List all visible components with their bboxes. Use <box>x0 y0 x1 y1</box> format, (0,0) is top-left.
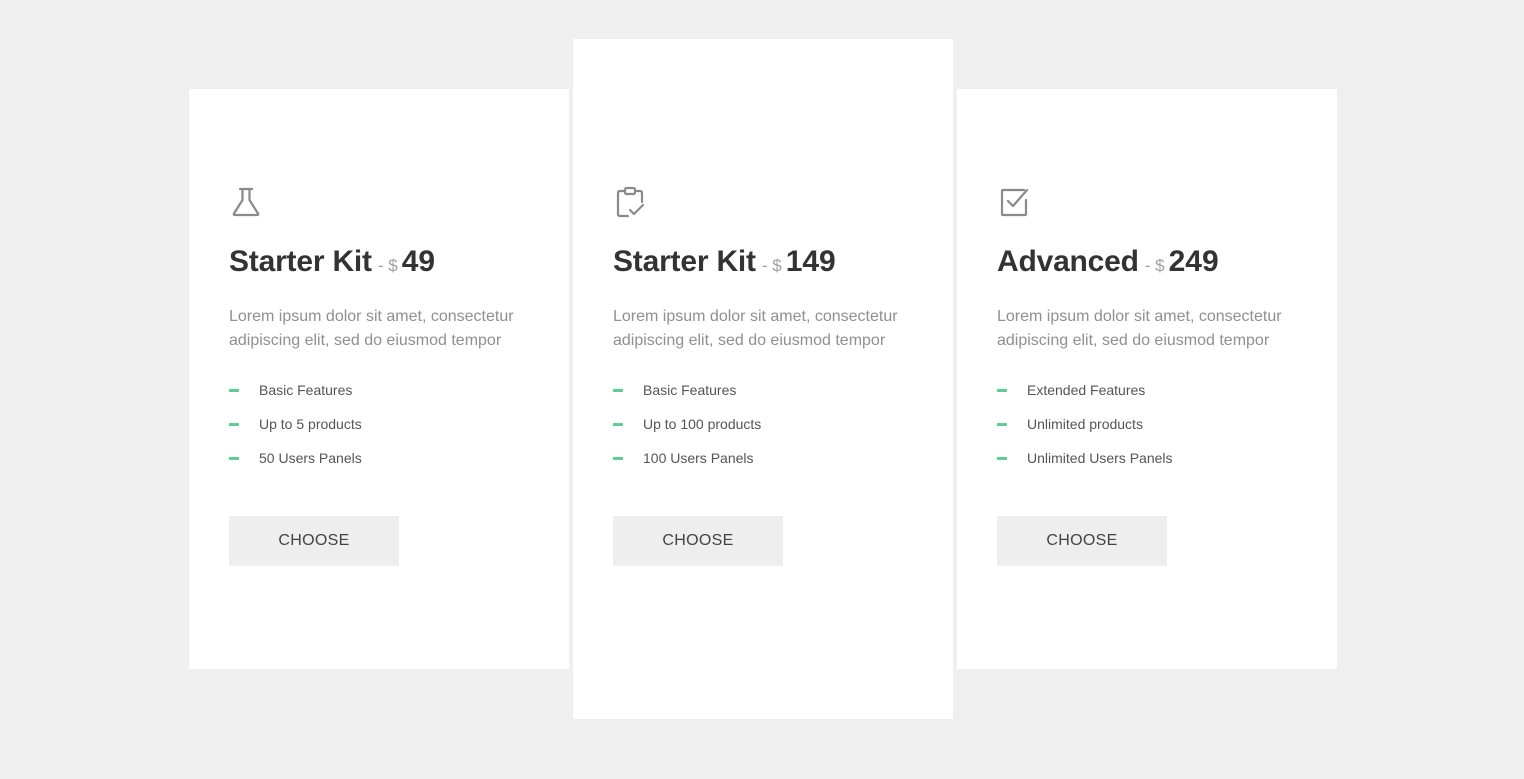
plan-description: Lorem ipsum dolor sit amet, consectetur … <box>613 308 898 349</box>
feature-item: Basic Features <box>229 380 529 414</box>
dash-icon <box>997 457 1007 460</box>
feature-label: Basic Features <box>259 382 353 398</box>
feature-label: Unlimited Users Panels <box>1027 450 1173 466</box>
dash-icon <box>997 389 1007 392</box>
feature-label: Up to 5 products <box>259 416 362 432</box>
dash-icon <box>613 423 623 426</box>
pricing-card-starter-49: Starter Kit - $49 Lorem ipsum dolor sit a… <box>189 89 569 669</box>
plan-price: 149 <box>785 245 836 278</box>
dash-icon <box>229 389 239 392</box>
feature-list: Basic Features Up to 5 products 50 Users… <box>229 380 529 482</box>
plan-price: 49 <box>401 245 436 278</box>
feature-item: Unlimited Users Panels <box>997 448 1297 482</box>
feature-label: Basic Features <box>643 382 737 398</box>
plan-title: Starter Kit - $49 <box>229 245 529 285</box>
feature-item: Extended Features <box>997 380 1297 414</box>
feature-list: Basic Features Up to 100 products 100 Us… <box>613 380 913 482</box>
price-separator: - $ <box>1144 256 1165 275</box>
pricing-card-advanced-249: Advanced - $249 Lorem ipsum dolor sit ame… <box>957 89 1337 669</box>
pricing-card-starter-149: Starter Kit - $149 Lorem ipsum dolor sit … <box>573 39 953 719</box>
flask-icon <box>232 187 260 217</box>
dash-icon <box>613 389 623 392</box>
feature-label: 100 Users Panels <box>643 450 754 466</box>
feature-item: 100 Users Panels <box>613 448 913 482</box>
dash-icon <box>229 423 239 426</box>
dash-icon <box>613 457 623 460</box>
clipboard-check-icon <box>616 186 645 218</box>
checkbox-checked-icon <box>1000 188 1029 217</box>
card-content: Starter Kit - $149 Lorem ipsum dolor sit … <box>613 185 913 566</box>
plan-title: Advanced - $249 <box>997 245 1297 285</box>
plan-title: Starter Kit - $149 <box>613 245 913 285</box>
feature-item: Up to 5 products <box>229 414 529 448</box>
feature-label: 50 Users Panels <box>259 450 362 466</box>
plan-name: Starter Kit <box>229 245 372 278</box>
choose-button[interactable]: CHOOSE <box>997 516 1167 566</box>
dash-icon <box>997 423 1007 426</box>
plan-description: Lorem ipsum dolor sit amet, consectetur … <box>997 308 1282 349</box>
plan-name: Starter Kit <box>613 245 756 278</box>
choose-button[interactable]: CHOOSE <box>613 516 783 566</box>
card-content: Advanced - $249 Lorem ipsum dolor sit ame… <box>997 185 1297 566</box>
plan-description: Lorem ipsum dolor sit amet, consectetur … <box>229 308 514 349</box>
feature-label: Unlimited products <box>1027 416 1143 432</box>
plan-name: Advanced <box>997 245 1139 278</box>
pricing-section: Starter Kit - $49 Lorem ipsum dolor sit a… <box>0 0 1524 779</box>
feature-item: Unlimited products <box>997 414 1297 448</box>
choose-button[interactable]: CHOOSE <box>229 516 399 566</box>
dash-icon <box>229 457 239 460</box>
feature-item: 50 Users Panels <box>229 448 529 482</box>
feature-label: Up to 100 products <box>643 416 762 432</box>
feature-item: Basic Features <box>613 380 913 414</box>
feature-list: Extended Features Unlimited products Unl… <box>997 380 1297 482</box>
feature-label: Extended Features <box>1027 382 1146 398</box>
price-separator: - $ <box>761 256 782 275</box>
price-separator: - $ <box>377 256 398 275</box>
feature-item: Up to 100 products <box>613 414 913 448</box>
plan-price: 249 <box>1168 245 1219 278</box>
card-content: Starter Kit - $49 Lorem ipsum dolor sit a… <box>229 185 529 566</box>
